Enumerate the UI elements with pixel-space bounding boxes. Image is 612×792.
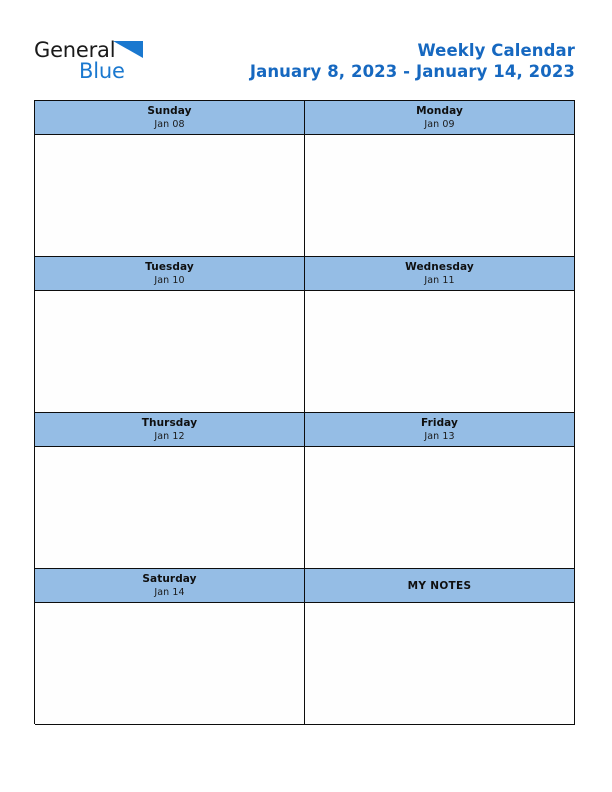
day-date-label: Jan 14 xyxy=(154,587,185,598)
day-body-row xyxy=(35,135,575,257)
day-header-monday: Monday Jan 09 xyxy=(305,101,575,135)
day-name-label: Saturday xyxy=(142,573,197,585)
day-name-label: Sunday xyxy=(147,105,192,117)
day-notes-area-thursday[interactable] xyxy=(35,447,305,569)
my-notes-label: MY NOTES xyxy=(407,579,472,592)
day-date-label: Jan 11 xyxy=(424,275,455,286)
calendar-grid: Sunday Jan 08 Monday Jan 09 Tuesday Jan … xyxy=(34,100,575,725)
day-header-row: Saturday Jan 14 MY NOTES xyxy=(35,569,575,603)
day-header-saturday: Saturday Jan 14 xyxy=(35,569,305,603)
day-notes-area-monday[interactable] xyxy=(305,135,575,257)
day-header-row: Sunday Jan 08 Monday Jan 09 xyxy=(35,101,575,135)
day-notes-area-wednesday[interactable] xyxy=(305,291,575,413)
general-blue-logo: General Blue xyxy=(34,36,244,90)
calendar-week-block: Tuesday Jan 10 Wednesday Jan 11 xyxy=(35,257,575,413)
page-header: General Blue Weekly Calendar January 8, … xyxy=(34,36,575,92)
day-header-sunday: Sunday Jan 08 xyxy=(35,101,305,135)
my-notes-header: MY NOTES xyxy=(305,569,575,603)
calendar-week-block: Saturday Jan 14 MY NOTES xyxy=(35,569,575,725)
date-range-label: January 8, 2023 - January 14, 2023 xyxy=(249,62,575,81)
day-name-label: Friday xyxy=(420,417,458,429)
day-header-thursday: Thursday Jan 12 xyxy=(35,413,305,447)
day-notes-area-tuesday[interactable] xyxy=(35,291,305,413)
day-header-tuesday: Tuesday Jan 10 xyxy=(35,257,305,291)
day-notes-area-friday[interactable] xyxy=(305,447,575,569)
calendar-week-block: Sunday Jan 08 Monday Jan 09 xyxy=(35,101,575,257)
triangle-icon xyxy=(113,41,144,66)
day-date-label: Jan 12 xyxy=(154,431,185,442)
my-notes-area[interactable] xyxy=(305,603,575,725)
day-body-row xyxy=(35,603,575,725)
day-body-row xyxy=(35,291,575,413)
day-notes-area-saturday[interactable] xyxy=(35,603,305,725)
day-name-label: Monday xyxy=(416,105,463,117)
day-header-friday: Friday Jan 13 xyxy=(305,413,575,447)
calendar-week-block: Thursday Jan 12 Friday Jan 13 xyxy=(35,413,575,569)
day-name-label: Wednesday xyxy=(405,261,474,273)
logo-text-general: General xyxy=(34,38,116,62)
day-header-row: Tuesday Jan 10 Wednesday Jan 11 xyxy=(35,257,575,291)
title-block: Weekly Calendar January 8, 2023 - Januar… xyxy=(250,36,575,82)
day-header-row: Thursday Jan 12 Friday Jan 13 xyxy=(35,413,575,447)
day-notes-area-sunday[interactable] xyxy=(35,135,305,257)
day-date-label: Jan 10 xyxy=(154,275,185,286)
day-header-wednesday: Wednesday Jan 11 xyxy=(305,257,575,291)
day-name-label: Thursday xyxy=(141,417,198,429)
page-title: Weekly Calendar xyxy=(417,41,575,60)
day-name-label: Tuesday xyxy=(145,261,194,273)
logo-line-1: General xyxy=(34,38,244,62)
day-date-label: Jan 13 xyxy=(424,431,455,442)
calendar-page: General Blue Weekly Calendar January 8, … xyxy=(0,0,612,792)
day-date-label: Jan 09 xyxy=(424,119,455,130)
day-date-label: Jan 08 xyxy=(154,119,185,130)
day-body-row xyxy=(35,447,575,569)
